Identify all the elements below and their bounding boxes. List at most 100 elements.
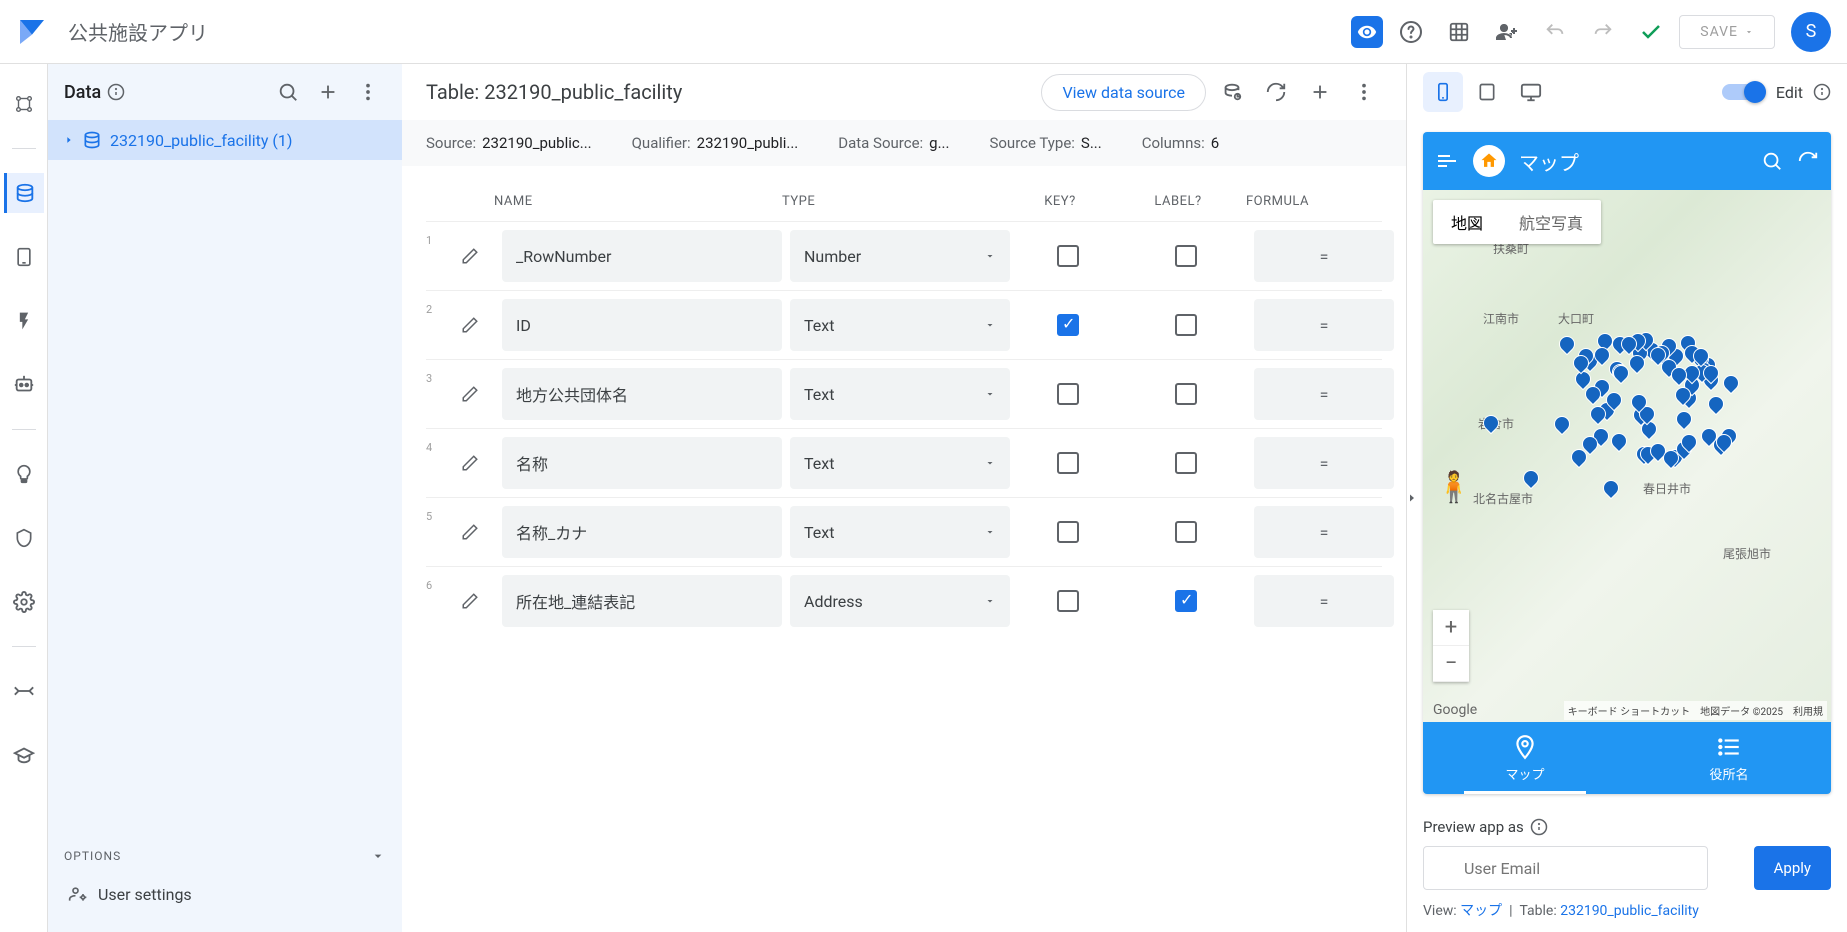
- key-checkbox[interactable]: [1057, 314, 1079, 336]
- label-checkbox[interactable]: [1175, 314, 1197, 336]
- more-icon[interactable]: [350, 74, 386, 110]
- settings-nav-icon[interactable]: [4, 582, 44, 622]
- column-type-select[interactable]: Text: [790, 437, 1010, 489]
- column-type-select[interactable]: Text: [790, 299, 1010, 351]
- edit-column-icon[interactable]: [454, 447, 486, 479]
- phone-preview-frame: マップ 扶桑町 江南市 大口町 岩倉市 北名古屋市 春日井市 尾張旭市 地図 航…: [1423, 132, 1831, 794]
- info-icon[interactable]: [107, 83, 125, 101]
- column-name-input[interactable]: [502, 506, 782, 558]
- edit-column-icon[interactable]: [454, 585, 486, 617]
- regenerate-icon[interactable]: [1214, 74, 1250, 110]
- save-button: SAVE: [1679, 15, 1775, 49]
- formula-input[interactable]: =: [1254, 437, 1394, 489]
- desktop-preview-icon[interactable]: [1511, 72, 1551, 112]
- formula-input[interactable]: =: [1254, 368, 1394, 420]
- add-icon[interactable]: [310, 74, 346, 110]
- key-checkbox[interactable]: [1057, 521, 1079, 543]
- edit-column-icon[interactable]: [454, 240, 486, 272]
- add-column-icon[interactable]: [1302, 74, 1338, 110]
- views-nav-icon[interactable]: [4, 237, 44, 277]
- collapse-handle-icon[interactable]: [1406, 486, 1418, 510]
- row-number: 3: [426, 368, 446, 385]
- home-icon[interactable]: [1473, 145, 1505, 177]
- edit-column-icon[interactable]: [454, 378, 486, 410]
- view-link[interactable]: マップ: [1460, 903, 1502, 919]
- label-checkbox[interactable]: [1175, 521, 1197, 543]
- user-avatar[interactable]: S: [1791, 12, 1831, 52]
- key-checkbox[interactable]: [1057, 383, 1079, 405]
- preview-search-icon[interactable]: [1761, 150, 1783, 172]
- formula-input[interactable]: =: [1254, 575, 1394, 627]
- undo-icon[interactable]: [1535, 12, 1575, 52]
- edit-column-icon[interactable]: [454, 309, 486, 341]
- formula-input[interactable]: =: [1254, 506, 1394, 558]
- learn-nav-icon[interactable]: [4, 735, 44, 775]
- column-row: 6 Address =: [426, 566, 1382, 635]
- bottom-tab-map[interactable]: マップ: [1423, 722, 1627, 794]
- chevron-down-icon: [370, 848, 386, 864]
- column-name-input[interactable]: [502, 575, 782, 627]
- preview-view-info: View: マップ | Table: 232190_public_facilit…: [1423, 900, 1831, 920]
- intelligence-nav-icon[interactable]: [4, 454, 44, 494]
- app-preview-topbar: マップ: [1423, 132, 1831, 190]
- column-name-input[interactable]: [502, 368, 782, 420]
- refresh-icon[interactable]: [1258, 74, 1294, 110]
- column-name-input[interactable]: [502, 299, 782, 351]
- map-type-map[interactable]: 地図: [1433, 200, 1501, 244]
- automation-nav-icon[interactable]: [4, 365, 44, 405]
- check-icon[interactable]: [1631, 12, 1671, 52]
- key-checkbox[interactable]: [1057, 245, 1079, 267]
- grid-icon[interactable]: [1439, 12, 1479, 52]
- table-tree-item[interactable]: 232190_public_facility (1): [48, 120, 402, 160]
- preview-toggle-icon[interactable]: [1351, 16, 1383, 48]
- info-icon[interactable]: [1530, 818, 1548, 836]
- column-row: 5 Text =: [426, 497, 1382, 566]
- preview-refresh-icon[interactable]: [1797, 150, 1819, 172]
- zoom-out-icon[interactable]: −: [1433, 646, 1469, 682]
- security-nav-icon[interactable]: [4, 518, 44, 558]
- pegman-icon[interactable]: 🧍: [1435, 470, 1472, 505]
- help-icon[interactable]: [1391, 12, 1431, 52]
- column-type-select[interactable]: Text: [790, 506, 1010, 558]
- map-canvas[interactable]: 扶桑町 江南市 大口町 岩倉市 北名古屋市 春日井市 尾張旭市 地図 航空写真 …: [1423, 190, 1831, 722]
- key-checkbox[interactable]: [1057, 452, 1079, 474]
- redo-icon[interactable]: [1583, 12, 1623, 52]
- view-data-source-button[interactable]: View data source: [1041, 74, 1206, 111]
- column-name-input[interactable]: [502, 437, 782, 489]
- app-title: 公共施設アプリ: [68, 17, 208, 46]
- info-icon[interactable]: [1813, 83, 1831, 101]
- column-type-select[interactable]: Number: [790, 230, 1010, 282]
- label-checkbox[interactable]: [1175, 245, 1197, 267]
- tablet-preview-icon[interactable]: [1467, 72, 1507, 112]
- manage-nav-icon[interactable]: [4, 671, 44, 711]
- table-link[interactable]: 232190_public_facility: [1560, 903, 1699, 919]
- user-settings-item[interactable]: User settings: [64, 872, 386, 916]
- key-checkbox[interactable]: [1057, 590, 1079, 612]
- table-more-icon[interactable]: [1346, 74, 1382, 110]
- bottom-tab-list[interactable]: 役所名: [1627, 722, 1831, 794]
- actions-nav-icon[interactable]: [4, 301, 44, 341]
- data-nav-icon[interactable]: [4, 173, 44, 213]
- label-checkbox[interactable]: [1175, 452, 1197, 474]
- row-number: 2: [426, 299, 446, 316]
- menu-icon[interactable]: [1435, 149, 1459, 173]
- share-icon[interactable]: [1487, 12, 1527, 52]
- edit-column-icon[interactable]: [454, 516, 486, 548]
- label-checkbox[interactable]: [1175, 590, 1197, 612]
- preview-email-input[interactable]: [1423, 846, 1708, 890]
- label-checkbox[interactable]: [1175, 383, 1197, 405]
- column-name-input[interactable]: [502, 230, 782, 282]
- options-toggle[interactable]: OPTIONS: [64, 840, 386, 872]
- map-type-satellite[interactable]: 航空写真: [1501, 200, 1601, 244]
- home-nav-icon[interactable]: [4, 84, 44, 124]
- search-icon[interactable]: [270, 74, 306, 110]
- table-title: Table: 232190_public_facility: [426, 80, 682, 104]
- zoom-in-icon[interactable]: +: [1433, 610, 1469, 646]
- formula-input[interactable]: =: [1254, 299, 1394, 351]
- column-type-select[interactable]: Address: [790, 575, 1010, 627]
- edit-toggle-switch[interactable]: [1722, 84, 1766, 100]
- column-type-select[interactable]: Text: [790, 368, 1010, 420]
- formula-input[interactable]: =: [1254, 230, 1394, 282]
- phone-preview-icon[interactable]: [1423, 72, 1463, 112]
- apply-button[interactable]: Apply: [1754, 846, 1831, 890]
